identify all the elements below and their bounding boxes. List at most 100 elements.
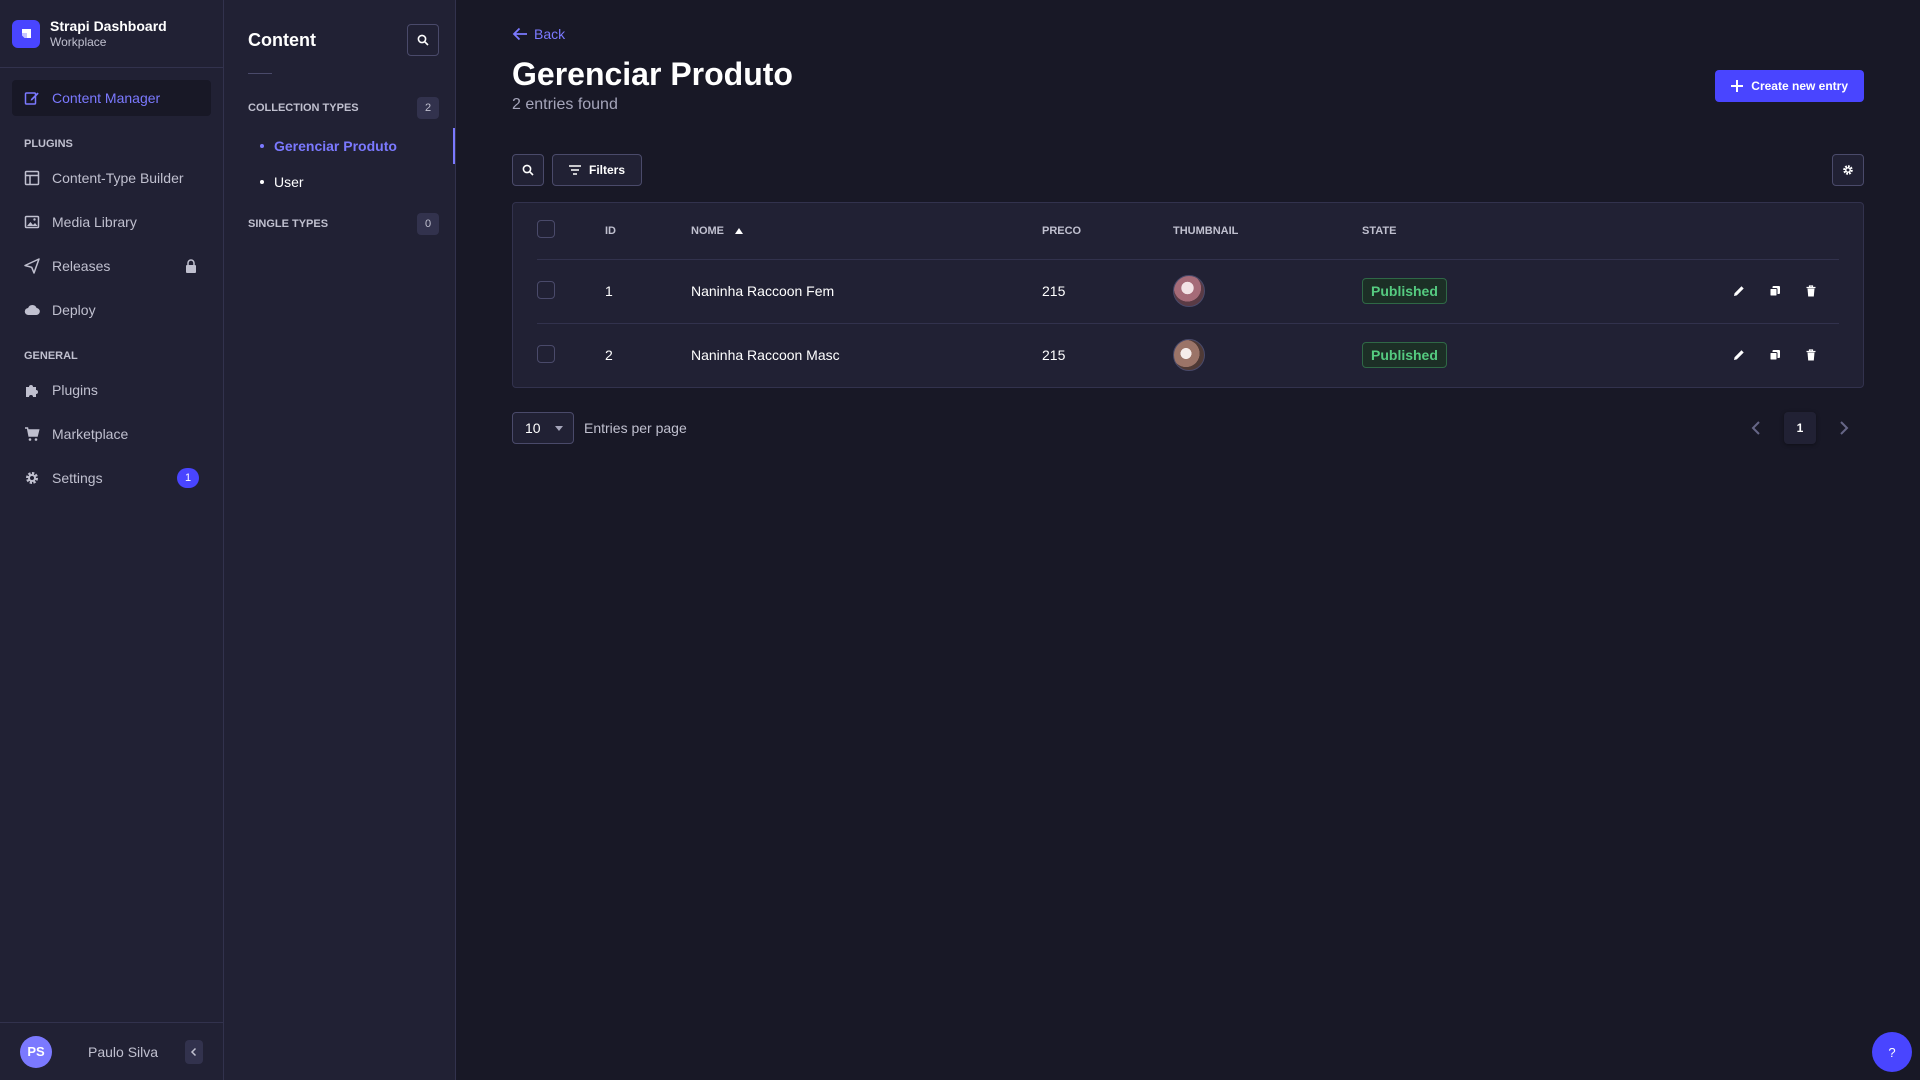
entries-per-page: 10 Entries per page — [512, 412, 687, 444]
user-avatar[interactable]: PS — [20, 1035, 52, 1068]
pencil-icon — [1734, 350, 1744, 361]
single-types-section[interactable]: SINGLE TYPES 0 — [224, 212, 455, 236]
collection-types-section[interactable]: COLLECTION TYPES 2 — [224, 96, 455, 120]
cloud-icon — [24, 302, 40, 318]
nav-section-plugins: PLUGINS — [24, 138, 73, 150]
edit-button[interactable] — [1731, 347, 1747, 363]
paper-plane-icon — [24, 258, 40, 274]
nav-label: Media Library — [52, 214, 137, 230]
next-page-button[interactable] — [1834, 418, 1854, 438]
trash-icon — [1806, 349, 1816, 361]
collection-types-label: COLLECTION TYPES — [248, 102, 359, 114]
subnav-search-button[interactable] — [407, 24, 439, 56]
brand-text: Strapi Dashboard Workplace — [50, 18, 167, 50]
nav-section-general: GENERAL — [24, 350, 78, 362]
table-toolbar: Filters — [512, 154, 1864, 186]
subnav-title: Content — [248, 29, 316, 50]
nav-label: Marketplace — [52, 426, 129, 442]
entries-per-page-label: Entries per page — [584, 420, 687, 436]
page-header: Gerenciar Produto 2 entries found Create… — [512, 54, 1864, 114]
column-header-preco[interactable]: PRECO — [1042, 203, 1173, 260]
page-size-value: 10 — [525, 420, 541, 436]
row-checkbox[interactable] — [537, 280, 555, 299]
collection-types-count: 2 — [417, 97, 439, 119]
gear-icon — [1843, 165, 1853, 175]
delete-button[interactable] — [1803, 347, 1819, 363]
nav-item-releases[interactable]: Releases — [12, 248, 211, 284]
table-search-button[interactable] — [512, 154, 544, 186]
cell-preco: 215 — [1042, 347, 1066, 364]
duplicate-icon — [1769, 286, 1780, 297]
main-navigation: Strapi Dashboard Workplace Content Manag… — [0, 0, 224, 1080]
delete-button[interactable] — [1803, 283, 1819, 299]
duplicate-button[interactable] — [1767, 347, 1783, 363]
subnav-item-user[interactable]: User — [224, 164, 455, 200]
column-header-id[interactable]: ID — [605, 203, 691, 260]
cell-preco: 215 — [1042, 259, 1173, 324]
main-content: Back Gerenciar Produto 2 entries found C… — [456, 0, 1920, 1080]
filters-label: Filters — [589, 163, 626, 177]
column-header-state[interactable]: STATE — [1362, 203, 1562, 260]
nav-item-media-library[interactable]: Media Library — [12, 204, 211, 240]
chevron-left-icon — [1751, 421, 1760, 435]
create-new-entry-button[interactable]: Create new entry — [1715, 70, 1864, 102]
entries-count: 2 entries found — [512, 96, 618, 113]
cell-nome: Naninha Raccoon Fem — [691, 259, 1042, 324]
table-row[interactable]: 1 Naninha Raccoon Fem 215 Published — [537, 259, 1839, 324]
edit-button[interactable] — [1731, 283, 1747, 299]
settings-notification-badge: 1 — [177, 468, 199, 488]
back-link[interactable]: Back — [512, 24, 572, 44]
search-icon — [522, 164, 534, 176]
nav-item-marketplace[interactable]: Marketplace — [12, 416, 211, 452]
chevron-left-icon — [190, 1047, 197, 1056]
page-heading: Gerenciar Produto 2 entries found — [512, 54, 793, 114]
table-row[interactable]: 2 Naninha Raccoon Masc 215 Published — [537, 323, 1839, 387]
nav-item-deploy[interactable]: Deploy — [12, 292, 211, 328]
subnav-item-label: Gerenciar Produto — [274, 138, 397, 154]
back-label: Back — [534, 26, 566, 42]
select-all-checkbox[interactable] — [537, 220, 555, 239]
status-badge: Published — [1362, 278, 1447, 304]
column-header-nome[interactable]: NOME — [691, 203, 1042, 260]
collection-types-list: Gerenciar Produto User — [224, 128, 455, 200]
search-icon — [417, 34, 429, 46]
cell-id: 2 — [605, 347, 613, 364]
nav-item-plugins[interactable]: Plugins — [12, 372, 211, 408]
single-types-count: 0 — [417, 213, 439, 235]
previous-page-button[interactable] — [1746, 418, 1766, 438]
subnav-item-label: User — [274, 174, 304, 190]
nav-item-content-manager[interactable]: Content Manager — [12, 80, 211, 116]
nav-label: Content Manager — [52, 90, 161, 106]
lock-icon — [183, 258, 199, 274]
brand-title: Strapi Dashboard — [50, 17, 167, 34]
pencil-icon — [1734, 286, 1744, 296]
help-button[interactable]: ? — [1872, 1032, 1912, 1072]
image-icon — [24, 214, 40, 230]
subnav-item-gerenciar-produto[interactable]: Gerenciar Produto — [224, 128, 455, 164]
toolbar-left: Filters — [512, 154, 643, 186]
cell-nome: Naninha Raccoon Masc — [691, 347, 840, 364]
content-sub-navigation: Content COLLECTION TYPES 2 Gerenciar Pro… — [224, 0, 456, 1080]
cell-id: 1 — [605, 259, 691, 324]
user-name[interactable]: Paulo Silva — [88, 1044, 185, 1060]
subnav-header: Content — [224, 0, 455, 56]
duplicate-icon — [1769, 350, 1780, 361]
nav-item-settings[interactable]: Settings 1 — [12, 460, 211, 496]
nav-label: Plugins — [52, 382, 98, 398]
nav-item-content-type-builder[interactable]: Content-Type Builder — [12, 160, 211, 196]
plus-icon — [1731, 80, 1744, 92]
shopping-cart-icon — [24, 426, 40, 442]
nav-list: Content Manager PLUGINS Content-Type Bui… — [0, 68, 223, 504]
table-settings-button[interactable] — [1832, 154, 1864, 186]
nav-label: Deploy — [52, 302, 96, 318]
brand[interactable]: Strapi Dashboard Workplace — [0, 0, 223, 68]
user-footer: PS Paulo Silva — [0, 1022, 223, 1080]
subnav-divider — [248, 73, 272, 74]
collapse-nav-button[interactable] — [185, 1039, 203, 1064]
page-size-select[interactable]: 10 — [512, 412, 574, 444]
row-checkbox[interactable] — [537, 344, 555, 363]
single-types-label: SINGLE TYPES — [248, 218, 329, 230]
filters-button[interactable]: Filters — [552, 154, 643, 186]
duplicate-button[interactable] — [1767, 283, 1783, 299]
page-number-button[interactable]: 1 — [1784, 412, 1816, 444]
